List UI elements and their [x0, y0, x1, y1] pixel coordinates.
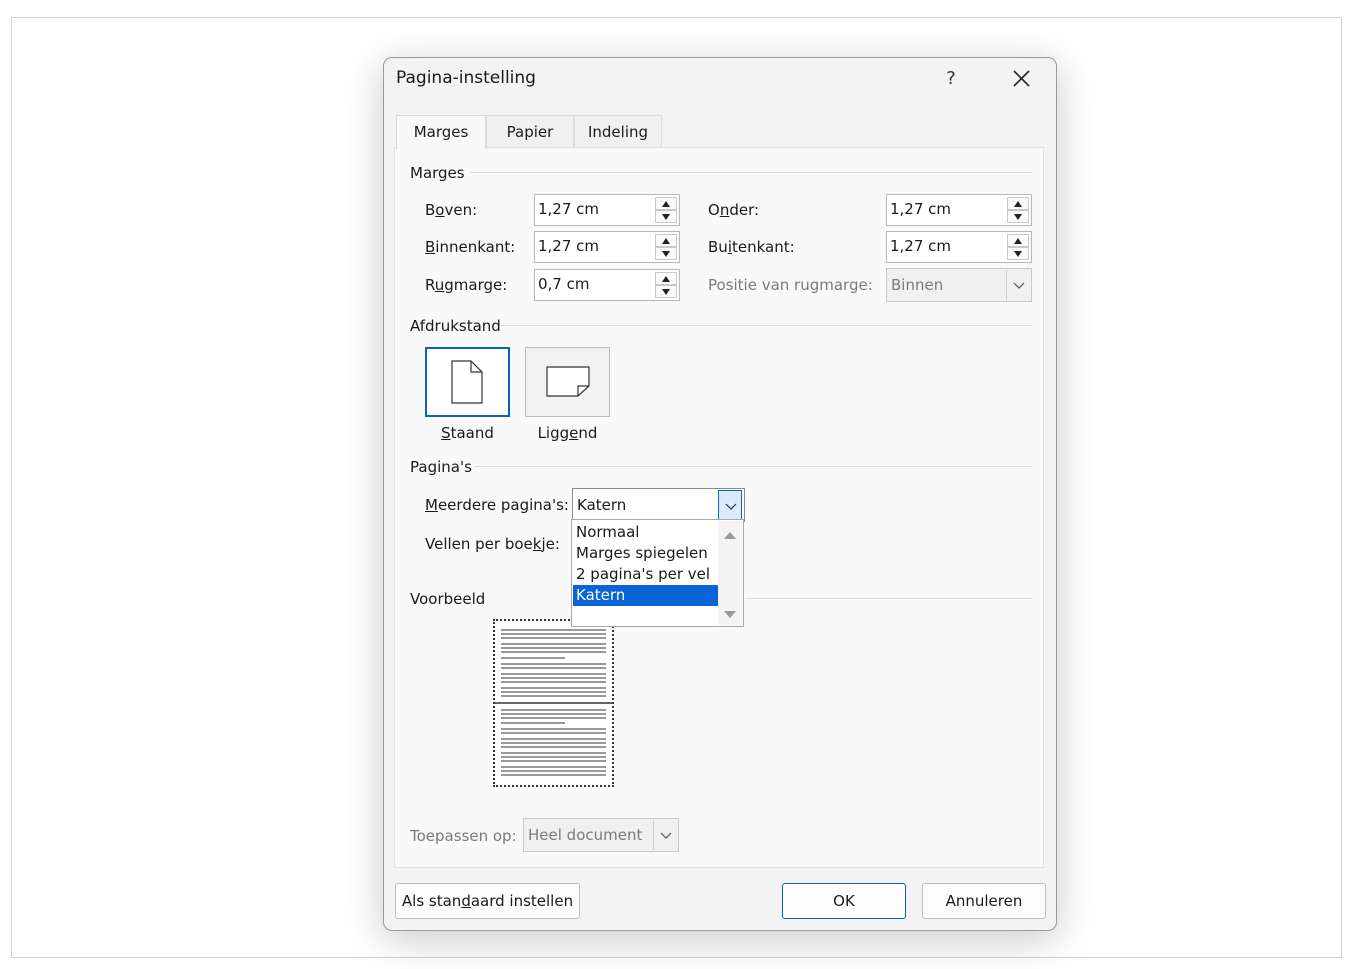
- gutter-value[interactable]: 0,7 cm: [538, 275, 589, 293]
- margins-group-divider: [470, 172, 1032, 173]
- arrow-down-icon: [1014, 251, 1022, 257]
- margins-group-label: Marges: [410, 164, 465, 182]
- gutter-up-button[interactable]: [655, 272, 677, 285]
- top-margin-spinner[interactable]: 1,27 cm: [534, 194, 680, 226]
- booklet-preview-icon: [495, 629, 612, 776]
- gutter-position-label: Positie van rugmarge:: [708, 276, 873, 294]
- dropdown-option-selected[interactable]: Katern: [573, 585, 718, 606]
- orientation-group-label: Afdrukstand: [410, 317, 501, 335]
- bottom-margin-up-button[interactable]: [1007, 197, 1029, 210]
- tab-papier[interactable]: Papier: [486, 115, 574, 148]
- inside-margin-up-button[interactable]: [655, 234, 677, 247]
- landscape-button[interactable]: [525, 347, 610, 417]
- bottom-margin-spinner[interactable]: 1,27 cm: [886, 194, 1032, 226]
- arrow-up-icon: [662, 238, 670, 244]
- inside-margin-spinner[interactable]: 1,27 cm: [534, 231, 680, 263]
- booklet-preview: [493, 619, 614, 787]
- arrow-down-icon: [662, 251, 670, 257]
- portrait-button[interactable]: [425, 347, 510, 417]
- arrow-down-icon: [662, 214, 670, 220]
- sheets-per-booklet-label: Vellen per boekje:: [425, 535, 560, 553]
- arrow-up-icon: [662, 276, 670, 282]
- multiple-pages-combo[interactable]: Katern: [572, 488, 745, 522]
- dropdown-scrollbar[interactable]: [718, 521, 742, 625]
- preview-group-divider: [745, 598, 1032, 599]
- bottom-margin-label: Onder:: [708, 201, 760, 219]
- multiple-pages-value[interactable]: Katern: [577, 496, 626, 514]
- gutter-down-button[interactable]: [655, 285, 677, 298]
- gutter-label: Rugmarge:: [425, 276, 508, 294]
- close-icon: [1013, 70, 1030, 87]
- arrow-up-icon: [1014, 201, 1022, 207]
- landscape-label: Liggend: [537, 424, 598, 442]
- dropdown-option[interactable]: Normaal: [573, 522, 718, 543]
- inside-margin-down-button[interactable]: [655, 247, 677, 260]
- landscape-page-icon: [546, 366, 590, 397]
- arrow-down-icon: [1014, 214, 1022, 220]
- gutter-position-dropdown-button: [1006, 270, 1030, 300]
- top-margin-up-button[interactable]: [655, 197, 677, 210]
- dialog-title: Pagina-instelling: [396, 68, 536, 88]
- outside-margin-value[interactable]: 1,27 cm: [890, 237, 951, 255]
- close-button[interactable]: [1004, 64, 1038, 94]
- bottom-margin-value[interactable]: 1,27 cm: [890, 200, 951, 218]
- tab-indeling[interactable]: Indeling: [574, 115, 662, 148]
- outside-margin-spinner[interactable]: 1,27 cm: [886, 231, 1032, 263]
- scroll-up-icon[interactable]: [718, 527, 742, 547]
- tab-marges[interactable]: Marges: [396, 115, 486, 149]
- outside-margin-up-button[interactable]: [1007, 234, 1029, 247]
- bottom-margin-down-button[interactable]: [1007, 210, 1029, 223]
- gutter-position-value: Binnen: [891, 276, 944, 294]
- cancel-button[interactable]: Annuleren: [922, 883, 1046, 919]
- set-as-default-button[interactable]: Als standaard instellen: [395, 883, 580, 919]
- apply-to-value: Heel document: [528, 826, 643, 844]
- arrow-up-icon: [1014, 238, 1022, 244]
- apply-to-combo: Heel document: [523, 818, 679, 852]
- gutter-spinner[interactable]: 0,7 cm: [534, 269, 680, 301]
- portrait-label: Staand: [441, 424, 494, 442]
- chevron-down-icon: [1013, 282, 1025, 289]
- outside-margin-down-button[interactable]: [1007, 247, 1029, 260]
- top-margin-down-button[interactable]: [655, 210, 677, 223]
- multiple-pages-dropdown-button[interactable]: [718, 490, 742, 520]
- inside-margin-value[interactable]: 1,27 cm: [538, 237, 599, 255]
- dropdown-option[interactable]: Marges spiegelen: [573, 543, 718, 564]
- chevron-down-icon: [660, 832, 672, 839]
- orientation-group-divider: [500, 325, 1032, 326]
- pages-group-divider: [474, 466, 1032, 467]
- multiple-pages-dropdown-list[interactable]: Normaal Marges spiegelen 2 pagina's per …: [571, 519, 744, 627]
- pages-group-label: Pagina's: [410, 458, 472, 476]
- arrow-up-icon: [662, 201, 670, 207]
- arrow-down-icon: [662, 289, 670, 295]
- inside-margin-label: Binnenkant:: [425, 238, 516, 256]
- page-setup-dialog: Pagina-instelling ? Marges Papier Indeli…: [383, 57, 1057, 931]
- preview-group-label: Voorbeeld: [410, 590, 486, 608]
- apply-to-dropdown-button: [653, 820, 677, 850]
- dropdown-option[interactable]: 2 pagina's per vel: [573, 564, 718, 585]
- top-margin-value[interactable]: 1,27 cm: [538, 200, 599, 218]
- outside-margin-label: Buitenkant:: [708, 238, 795, 256]
- scroll-down-icon[interactable]: [718, 603, 742, 623]
- multiple-pages-label: Meerdere pagina's:: [425, 496, 569, 514]
- top-margin-label: Boven:: [425, 201, 478, 219]
- ok-button[interactable]: OK: [782, 883, 906, 919]
- help-button[interactable]: ?: [936, 64, 966, 94]
- portrait-page-icon: [451, 360, 483, 404]
- gutter-position-combo: Binnen: [886, 268, 1032, 302]
- chevron-down-icon: [725, 503, 737, 510]
- apply-to-label: Toepassen op:: [410, 827, 517, 845]
